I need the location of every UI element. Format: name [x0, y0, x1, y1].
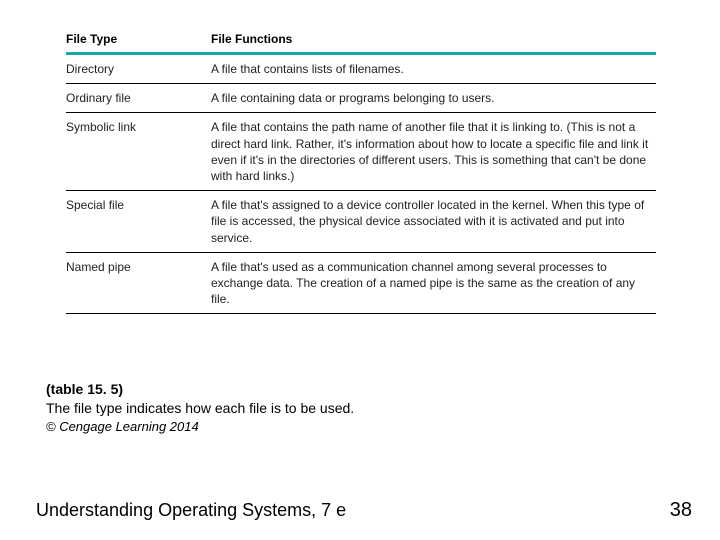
table-header-row: File Type File Functions — [66, 28, 656, 52]
cell-function: A file that's assigned to a device contr… — [211, 191, 656, 252]
cell-function: A file that contains the path name of an… — [211, 113, 656, 190]
table-row: Symbolic link A file that contains the p… — [66, 113, 656, 190]
slide-footer: Understanding Operating Systems, 7 e 38 — [36, 499, 692, 522]
cell-function: A file that's used as a communication ch… — [211, 253, 656, 314]
table-row: Ordinary file A file containing data or … — [66, 84, 656, 112]
cell-type: Ordinary file — [66, 84, 211, 112]
caption-block: (table 15. 5) The file type indicates ho… — [46, 380, 354, 435]
cell-function: A file that contains lists of filenames. — [211, 55, 656, 83]
table-label: (table 15. 5) — [46, 380, 354, 399]
page-number: 38 — [670, 499, 692, 522]
copyright-text: © Cengage Learning 2014 — [46, 418, 354, 436]
cell-type: Special file — [66, 191, 211, 252]
table-row: Special file A file that's assigned to a… — [66, 191, 656, 252]
header-file-functions: File Functions — [211, 28, 656, 52]
cell-function: A file containing data or programs belon… — [211, 84, 656, 112]
table-row: Named pipe A file that's used as a commu… — [66, 253, 656, 314]
row-divider — [66, 313, 656, 314]
table-description: The file type indicates how each file is… — [46, 399, 354, 418]
cell-type: Named pipe — [66, 253, 211, 314]
cell-type: Symbolic link — [66, 113, 211, 190]
cell-type: Directory — [66, 55, 211, 83]
header-file-type: File Type — [66, 28, 211, 52]
table-row: Directory A file that contains lists of … — [66, 55, 656, 83]
book-title: Understanding Operating Systems, 7 e — [36, 500, 346, 521]
file-types-table: File Type File Functions Directory A fil… — [66, 28, 656, 314]
